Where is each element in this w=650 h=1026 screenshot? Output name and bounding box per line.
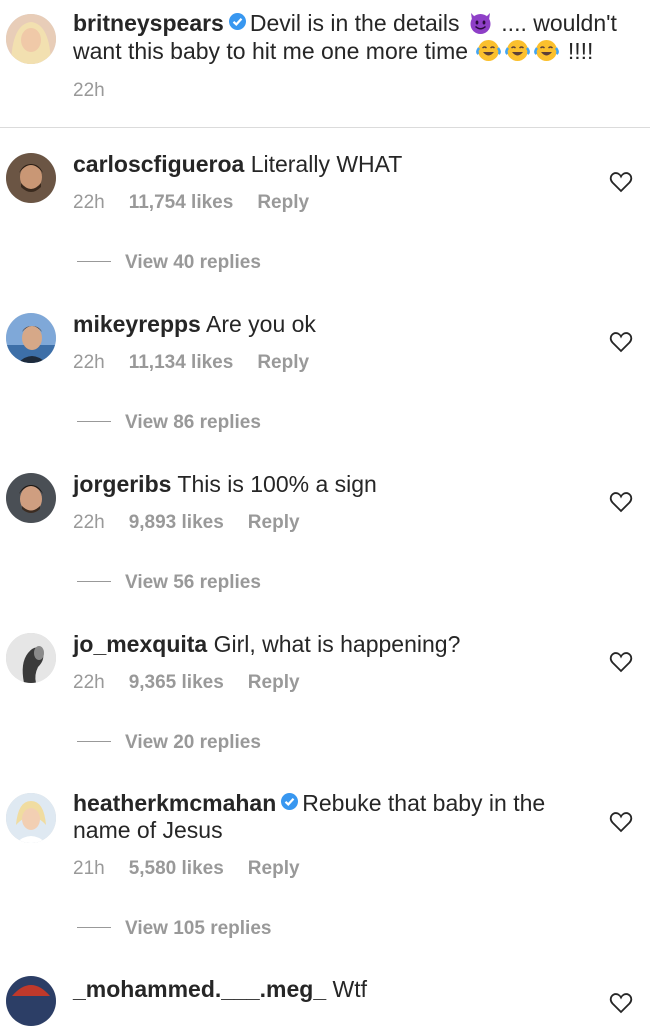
comment-timestamp: 21h xyxy=(73,858,105,879)
comment-likes[interactable]: 11,754 likes xyxy=(129,192,234,213)
caption-text-part3: !!!! xyxy=(567,38,594,64)
divider xyxy=(77,927,111,928)
comment-likes[interactable]: 9,365 likes xyxy=(129,672,224,693)
comment-text: Wtf xyxy=(332,976,368,1002)
avatar[interactable] xyxy=(6,153,56,203)
comment-meta: 22h 9,365 likes Reply xyxy=(73,672,300,694)
comment-likes[interactable]: 9,893 likes xyxy=(129,512,224,533)
comment-text: Are you ok xyxy=(205,311,316,337)
avatar[interactable] xyxy=(6,976,56,1026)
view-replies-text: View 56 replies xyxy=(125,572,261,593)
like-heart-icon[interactable] xyxy=(609,811,633,833)
caption-timestamp: 22h xyxy=(73,80,105,101)
avatar[interactable] xyxy=(6,473,56,523)
view-replies-text: View 40 replies xyxy=(125,252,261,273)
reply-button[interactable]: Reply xyxy=(257,192,309,213)
comment-meta: 21h 5,580 likes Reply xyxy=(73,858,300,880)
verified-badge-icon xyxy=(281,793,299,810)
divider xyxy=(0,127,650,128)
reply-button[interactable]: Reply xyxy=(248,858,300,879)
view-replies-link[interactable]: View 20 replies xyxy=(77,732,261,754)
view-replies-text: View 105 replies xyxy=(125,918,272,939)
comment: jorgeribs This is 100% a sign xyxy=(73,471,593,498)
like-heart-icon[interactable] xyxy=(609,491,633,513)
comment-meta: 22h 9,893 likes Reply xyxy=(73,512,300,534)
comment-text: Girl, what is happening? xyxy=(213,631,461,657)
like-heart-icon[interactable] xyxy=(609,992,633,1014)
view-replies-text: View 86 replies xyxy=(125,412,261,433)
comment-timestamp: 22h xyxy=(73,512,105,533)
avatar[interactable] xyxy=(6,313,56,363)
comment-timestamp: 22h xyxy=(73,352,105,373)
comment-meta: 22h 11,134 likes Reply xyxy=(73,352,309,374)
like-heart-icon[interactable] xyxy=(609,651,633,673)
caption-text-part1: Devil is in the details xyxy=(249,10,460,36)
tears-of-joy-emoji-icon xyxy=(476,38,502,63)
like-heart-icon[interactable] xyxy=(609,331,633,353)
tears-of-joy-emoji-icon xyxy=(505,38,531,63)
reply-button[interactable]: Reply xyxy=(257,352,309,373)
view-replies-link[interactable]: View 40 replies xyxy=(77,252,261,274)
verified-badge-icon xyxy=(228,13,246,30)
comment-username[interactable]: carloscfigueroa xyxy=(73,151,244,177)
view-replies-link[interactable]: View 86 replies xyxy=(77,412,261,434)
comment: heatherkmcmahan Rebuke that baby in the n… xyxy=(73,790,593,844)
comment-username[interactable]: jorgeribs xyxy=(73,471,171,497)
reply-button[interactable]: Reply xyxy=(248,512,300,533)
comment-text: Literally WHAT xyxy=(250,151,403,177)
divider xyxy=(77,421,111,422)
view-replies-link[interactable]: View 56 replies xyxy=(77,572,261,594)
avatar[interactable] xyxy=(6,14,56,64)
like-heart-icon[interactable] xyxy=(609,171,633,193)
comment-username[interactable]: _mohammed.___.meg_ xyxy=(73,976,326,1002)
comment-text: This is 100% a sign xyxy=(177,471,377,497)
divider xyxy=(77,741,111,742)
comment: mikeyrepps Are you ok xyxy=(73,311,593,338)
tears-of-joy-emoji-icon xyxy=(534,38,560,63)
view-replies-link[interactable]: View 105 replies xyxy=(77,918,271,940)
comment-timestamp: 22h xyxy=(73,192,105,213)
divider xyxy=(77,581,111,582)
comment-timestamp: 22h xyxy=(73,672,105,693)
comment: jo_mexquita Girl, what is happening? xyxy=(73,631,593,658)
post-caption: britneyspears Devil is in the details ...… xyxy=(73,9,645,65)
comment-likes[interactable]: 11,134 likes xyxy=(129,352,234,373)
comment-meta: 22h 11,754 likes Reply xyxy=(73,192,309,214)
comment-likes[interactable]: 5,580 likes xyxy=(129,858,224,879)
comment-username[interactable]: mikeyrepps xyxy=(73,311,201,337)
divider xyxy=(77,261,111,262)
avatar[interactable] xyxy=(6,633,56,683)
comment-username[interactable]: heatherkmcmahan xyxy=(73,790,276,816)
avatar[interactable] xyxy=(6,793,56,843)
devil-emoji-icon xyxy=(468,10,493,35)
comment: carloscfigueroa Literally WHAT xyxy=(73,151,593,178)
view-replies-text: View 20 replies xyxy=(125,732,261,753)
caption-username[interactable]: britneyspears xyxy=(73,10,224,36)
reply-button[interactable]: Reply xyxy=(248,672,300,693)
comment-username[interactable]: jo_mexquita xyxy=(73,631,207,657)
